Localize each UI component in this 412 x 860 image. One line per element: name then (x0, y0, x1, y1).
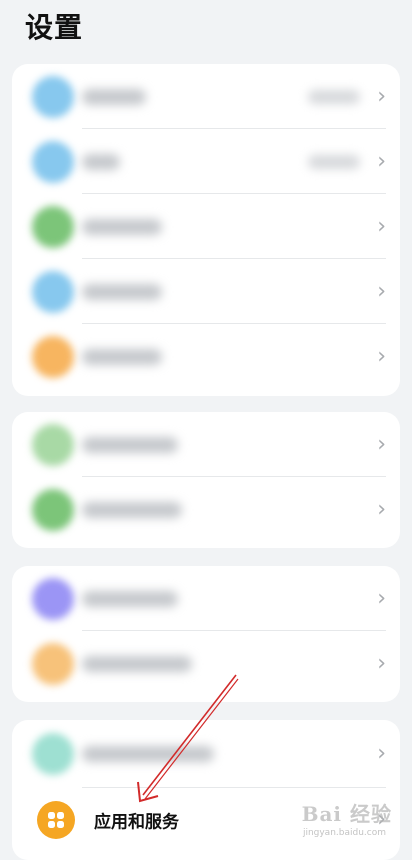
blurred-icon (32, 335, 74, 378)
chevron-right-icon: › (377, 741, 386, 766)
settings-group-2: › › (12, 412, 400, 548)
settings-row-blurred[interactable]: › (12, 566, 400, 631)
blurred-icon (32, 75, 74, 118)
chevron-right-icon: › (377, 343, 386, 369)
blurred-label (82, 218, 162, 235)
settings-row-blurred[interactable]: › (12, 194, 400, 259)
settings-row-blurred[interactable]: › (12, 259, 400, 324)
blurred-icon (32, 205, 74, 248)
blurred-label (82, 655, 192, 672)
blurred-label (82, 746, 214, 762)
blurred-value (308, 89, 360, 104)
settings-row-blurred[interactable]: › (12, 324, 400, 389)
blurred-icon (32, 642, 74, 685)
blurred-icon (32, 733, 74, 775)
settings-row-blurred[interactable]: › (12, 631, 400, 696)
chevron-right-icon: › (377, 650, 386, 676)
blurred-label (82, 590, 178, 607)
blurred-icon (32, 577, 74, 620)
blurred-label (82, 436, 178, 453)
blurred-label (82, 153, 120, 170)
apps-grid-icon (37, 801, 75, 839)
chevron-right-icon: › (377, 496, 386, 522)
blurred-label (82, 501, 182, 518)
settings-row-blurred[interactable]: › (12, 720, 400, 788)
settings-row-blurred[interactable]: › (12, 129, 400, 194)
page-title: 设置 (25, 11, 84, 44)
blurred-icon (32, 423, 74, 466)
blurred-icon (32, 488, 74, 531)
blurred-icon (32, 140, 74, 183)
settings-group-3: › › (12, 566, 400, 702)
blurred-value (308, 154, 360, 169)
settings-row-blurred[interactable]: › (12, 412, 400, 477)
blurred-label (82, 348, 162, 365)
chevron-right-icon: › (377, 278, 386, 304)
chevron-right-icon: › (377, 148, 386, 174)
chevron-right-icon: › (377, 83, 386, 109)
blurred-label (82, 88, 146, 105)
settings-group-4: › 应用和服务 › (12, 720, 400, 860)
settings-group-1: › › › › › (12, 64, 400, 396)
settings-row-blurred[interactable]: › (12, 64, 400, 129)
blurred-icon (32, 270, 74, 313)
watermark-brand: Bai 经验 (301, 802, 392, 826)
chevron-right-icon: › (377, 585, 386, 611)
blurred-label (82, 283, 162, 300)
chevron-right-icon: › (377, 213, 386, 239)
app-services-label: 应用和服务 (94, 812, 179, 833)
watermark-url: jingyan.baidu.com (302, 828, 386, 838)
chevron-right-icon: › (377, 431, 386, 457)
settings-row-blurred[interactable]: › (12, 477, 400, 542)
